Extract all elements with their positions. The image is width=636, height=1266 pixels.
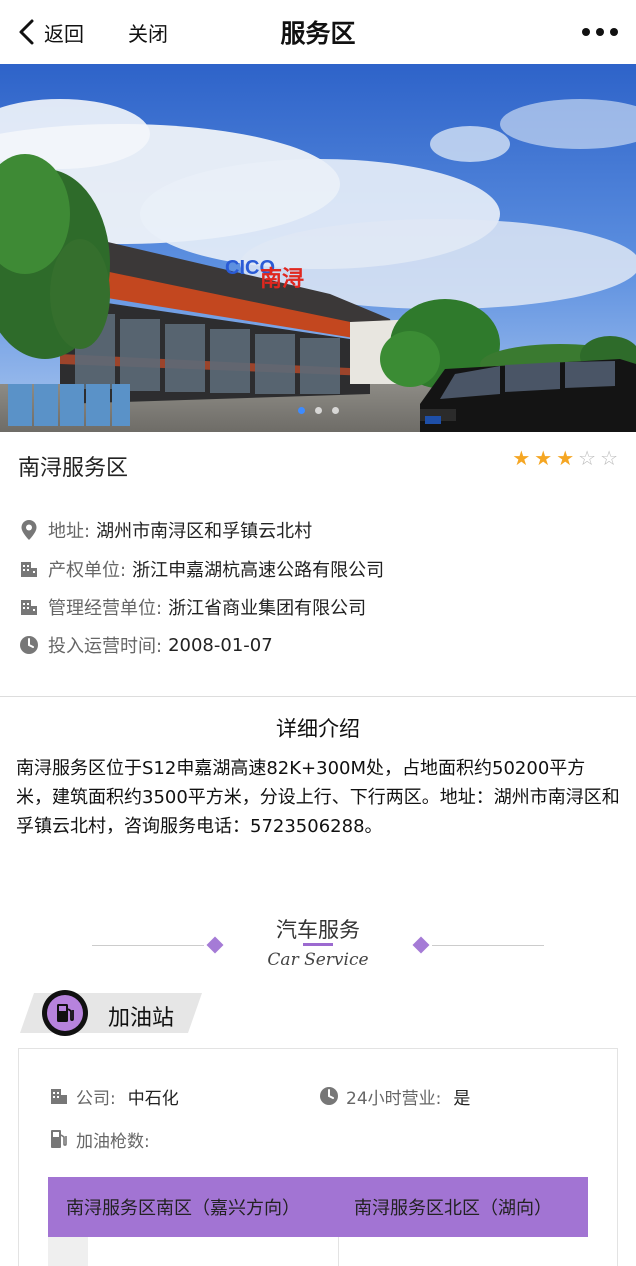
service-area-name: 南浔服务区 bbox=[18, 456, 129, 481]
hours-value: 是 bbox=[453, 1088, 471, 1109]
star-filled-icon: ★ bbox=[534, 446, 553, 470]
hours-label: 24小时营业: bbox=[346, 1088, 442, 1109]
carousel-dot[interactable] bbox=[314, 407, 322, 414]
table-cell bbox=[337, 1237, 589, 1266]
van-image bbox=[420, 359, 636, 432]
info-value: 2008-01-07 bbox=[168, 634, 273, 656]
info-label: 投入运营时间: bbox=[48, 636, 163, 657]
gas-pump-icon bbox=[48, 1128, 70, 1150]
chevron-left-icon bbox=[19, 19, 34, 45]
more-options-button[interactable] bbox=[582, 22, 618, 42]
section-divider bbox=[0, 696, 636, 697]
gas-pump-icon bbox=[42, 990, 88, 1036]
building-icon bbox=[18, 558, 40, 580]
dot bbox=[582, 28, 590, 36]
table-row bbox=[48, 1237, 588, 1266]
service-area-photo: CICO 南浔 bbox=[0, 64, 636, 432]
back-button[interactable]: 返回 bbox=[16, 16, 84, 48]
company-value: 中石化 bbox=[127, 1088, 179, 1109]
nozzle-count-label: 加油枪数: bbox=[76, 1131, 150, 1152]
table-header-cell: 南浔服务区北区（湖向） bbox=[354, 1198, 552, 1219]
sign-name-text: 南浔 bbox=[260, 267, 304, 292]
dot bbox=[596, 28, 604, 36]
table-header-cell: 南浔服务区南区（嘉兴方向） bbox=[66, 1198, 300, 1219]
company-label: 公司: bbox=[76, 1088, 116, 1109]
heading-line-left bbox=[92, 945, 204, 946]
building-icon bbox=[48, 1085, 70, 1107]
page-title: 服务区 bbox=[280, 19, 356, 48]
car-service-title: 汽车服务 bbox=[276, 918, 360, 942]
info-row-operator: 管理经营单位: 浙江省商业集团有限公司 bbox=[18, 594, 366, 620]
close-button[interactable]: 关闭 bbox=[128, 18, 168, 47]
info-row-address: 地址: 湖州市南浔区和孚镇云北村 bbox=[18, 517, 312, 543]
info-value: 浙江申嘉湖杭高速公路有限公司 bbox=[132, 560, 385, 581]
clock-icon bbox=[318, 1085, 340, 1107]
table-cell bbox=[48, 1237, 338, 1266]
star-empty-icon: ☆ bbox=[578, 446, 597, 470]
nozzle-count-field: 加油枪数: bbox=[48, 1126, 150, 1152]
top-nav-bar: 返回 关闭 服务区 bbox=[0, 0, 636, 64]
star-filled-icon: ★ bbox=[556, 446, 575, 470]
star-empty-icon: ☆ bbox=[600, 446, 618, 470]
heading-line-right bbox=[432, 945, 544, 946]
info-value: 浙江省商业集团有限公司 bbox=[168, 598, 367, 619]
location-icon bbox=[18, 519, 40, 541]
info-label: 地址: bbox=[48, 521, 91, 542]
carousel-dot[interactable] bbox=[331, 407, 339, 414]
hours-field: 24小时营业: 是 bbox=[318, 1083, 470, 1109]
info-label: 产权单位: bbox=[48, 560, 127, 581]
building-icon bbox=[18, 596, 40, 618]
info-label: 管理经营单位: bbox=[48, 598, 163, 619]
hero-photo-carousel[interactable]: CICO 南浔 bbox=[0, 64, 636, 432]
info-row-owner: 产权单位: 浙江申嘉湖杭高速公路有限公司 bbox=[18, 556, 384, 582]
company-field: 公司: 中石化 bbox=[48, 1083, 179, 1109]
carousel-indicators bbox=[0, 407, 636, 414]
dot bbox=[610, 28, 618, 36]
nozzle-table: 南浔服务区南区（嘉兴方向） 南浔服务区北区（湖向） bbox=[48, 1177, 588, 1266]
table-header-row: 南浔服务区南区（嘉兴方向） 南浔服务区北区（湖向） bbox=[48, 1177, 588, 1237]
gas-station-label: 加油站 bbox=[108, 1006, 175, 1031]
star-rating: ★ ★ ★ ☆ ☆ bbox=[512, 448, 618, 468]
carousel-dot[interactable] bbox=[297, 407, 305, 414]
star-filled-icon: ★ bbox=[512, 446, 531, 470]
detail-section-title: 详细介绍 bbox=[276, 717, 360, 741]
car-service-subtitle: Car Service bbox=[267, 950, 369, 970]
title-underline bbox=[303, 943, 333, 946]
info-row-opening-date: 投入运营时间: 2008-01-07 bbox=[18, 632, 273, 658]
info-value: 湖州市南浔区和孚镇云北村 bbox=[96, 521, 313, 542]
clock-icon bbox=[18, 634, 40, 656]
detail-description: 南浔服务区位于S12申嘉湖高速82K+300M处，占地面积约50200平方米，建… bbox=[16, 758, 620, 837]
back-label: 返回 bbox=[44, 21, 84, 46]
